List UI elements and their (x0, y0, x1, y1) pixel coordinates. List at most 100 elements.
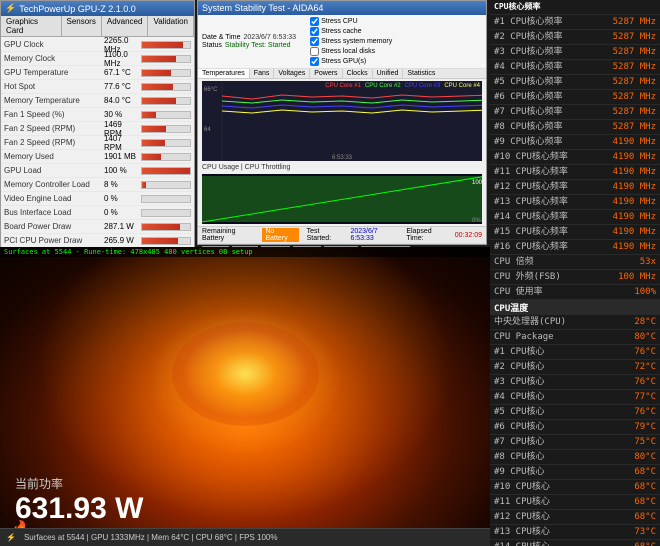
gpu-row: Video Engine Load 0 % (1, 192, 194, 206)
stress-checkbox[interactable] (310, 17, 319, 26)
tab-voltages[interactable]: Voltages (274, 69, 310, 78)
tab-graphics-card[interactable]: Graphics Card (1, 16, 62, 36)
cpu-core-freq-row: #5 CPU核心频率 5287 MHz (490, 75, 660, 90)
remaining-battery-label: Remaining Battery (202, 228, 254, 242)
cpu-usage-label: CPU Usage | CPU Throttling (198, 163, 486, 172)
graph-legend: CPU Core #1 CPU Core #2 CPU Core #3 CPU … (325, 83, 480, 89)
game-area: Surfaces at 5544 - Rune-time: 478x485 48… (0, 247, 490, 546)
power-display: 当前功率 631.93 W (15, 475, 143, 526)
cpu-temp-row: #12 CPU核心 68°C (490, 510, 660, 525)
cpu-core-freq-row: #10 CPU核心频率 4190 MHz (490, 150, 660, 165)
cpu-temp-row: CPU Package 80°C (490, 330, 660, 345)
cpu-temp-row: #1 CPU核心 76°C (490, 345, 660, 360)
cpu-temp-row: #8 CPU核心 80°C (490, 450, 660, 465)
cpu-temp-row: #2 CPU核心 72°C (490, 360, 660, 375)
cpu-core-freq-row: #3 CPU核心频率 5287 MHz (490, 45, 660, 60)
cpu-temp-row: #11 CPU核心 68°C (490, 495, 660, 510)
cpu-temp-section-label: CPU温度 (490, 300, 660, 315)
stress-checkbox-item: Stress CPU (310, 17, 392, 26)
cpu-temp-row: #10 CPU核心 68°C (490, 480, 660, 495)
datetime-block: Date & Time 2023/6/7 6:53:33 Status Stab… (202, 34, 296, 49)
stress-checkbox-item: Stress GPU(s) (310, 57, 392, 66)
tab-statistics[interactable]: Statistics (403, 69, 439, 78)
tab-powers[interactable]: Powers (310, 69, 342, 78)
cpu-core-freq-row: #11 CPU核心频率 4190 MHz (490, 165, 660, 180)
svg-text:64: 64 (204, 127, 211, 133)
gpu-row: Bus Interface Load 0 % (1, 206, 194, 220)
status-value: Stability Test: Started (225, 42, 291, 49)
test-started-label: Test Started: (307, 228, 343, 242)
tab-fans[interactable]: Fans (250, 69, 275, 78)
cpuid-icon: ⚡ (6, 533, 16, 542)
stress-checkbox-item: Stress cache (310, 27, 392, 36)
stress-checkbox[interactable] (310, 47, 319, 56)
cpu-panel-header: CPU核心频率 (490, 0, 660, 15)
stress-checkbox[interactable] (310, 27, 319, 36)
tab-clocks[interactable]: Clocks (343, 69, 373, 78)
tab-unified[interactable]: Unified (373, 69, 404, 78)
cpu-core-freq-row: #16 CPU核心频率 4190 MHz (490, 240, 660, 255)
cpu-core-freq-row: #4 CPU核心频率 5287 MHz (490, 60, 660, 75)
cpu-temp-row: #6 CPU核心 79°C (490, 420, 660, 435)
gpu-row: Hot Spot 77.6 °C (1, 80, 194, 94)
gpu-tabs: Graphics Card Sensors Advanced Validatio… (1, 16, 194, 37)
datetime-label: Date & Time (202, 34, 241, 41)
gpu-row: Fan 1 Speed (%) 30 % (1, 108, 194, 122)
cpu-temp-row: 中央处理器(CPU) 28°C (490, 315, 660, 330)
test-started-time: 2023/6/7 6:53:33 (350, 228, 398, 242)
elapsed-value: 00:32:09 (455, 232, 482, 239)
power-label: 当前功率 (15, 475, 143, 492)
gpu-sensor-rows: GPU Clock 2265.0 MHz Memory Clock 1100.0… (1, 37, 194, 249)
gpu-row: PCI CPU Power Draw 265.9 W (1, 234, 194, 248)
gpu-title-text: TechPowerUp GPU-Z 2.1.0.0 (19, 4, 136, 14)
cpu-temp-row: #9 CPU核心 68°C (490, 465, 660, 480)
gpu-title-icon: ⚡ (5, 3, 16, 14)
stability-bottom-bar: Remaining Battery No Battery Test Starte… (198, 226, 486, 243)
svg-text:0%: 0% (472, 218, 481, 224)
stability-panel: System Stability Test - AIDA64 Date & Ti… (197, 0, 487, 245)
svg-text:6:53:33: 6:53:33 (332, 155, 353, 161)
elapsed-label: Elapsed Time: (406, 228, 446, 242)
stress-checkbox[interactable] (310, 57, 319, 66)
gpu-row: Memory Used 1901 MB (1, 150, 194, 164)
fire-info-bar: Surfaces at 5544 - Rune-time: 478x485 48… (0, 247, 490, 257)
temp-tabs: Temperatures Fans Voltages Powers Clocks… (198, 69, 486, 79)
temperature-graph: 66°C 64 6:53:33 CPU Core #1 CPU Core #2 … (202, 81, 482, 161)
tab-validation[interactable]: Validation (148, 16, 194, 36)
legend-core2: CPU Core #2 (365, 83, 401, 89)
gpu-panel-title: ⚡ TechPowerUp GPU-Z 2.1.0.0 (1, 1, 194, 16)
legend-core4: CPU Core #4 (444, 83, 480, 89)
cpu-misc-row: CPU 使用率 100% (490, 285, 660, 300)
cpu-core-freq-row: #8 CPU核心频率 5287 MHz (490, 120, 660, 135)
tab-advanced[interactable]: Advanced (102, 16, 149, 36)
stress-checkbox[interactable] (310, 37, 319, 46)
cpu-core-freq-row: #1 CPU核心频率 5287 MHz (490, 15, 660, 30)
gpu-row: Memory Clock 1100.0 MHz (1, 52, 194, 66)
power-value: 631.93 W (15, 492, 143, 526)
tab-sensors[interactable]: Sensors (62, 16, 102, 36)
cpu-core-freq-row: #14 CPU核心频率 4190 MHz (490, 210, 660, 225)
datetime-value: 2023/6/7 6:53:33 (244, 34, 297, 41)
cpu-core-freq-row: #2 CPU核心频率 5287 MHz (490, 30, 660, 45)
gpu-panel: ⚡ TechPowerUp GPU-Z 2.1.0.0 Graphics Car… (0, 0, 195, 270)
gpu-row: GPU Load 100 % (1, 164, 194, 178)
cpu-temp-row: #5 CPU核心 76°C (490, 405, 660, 420)
cpu-temp-row: #13 CPU核心 73°C (490, 525, 660, 540)
cpu-misc-row: CPU 外频(FSB) 100 MHz (490, 270, 660, 285)
cpu-temp-row: #3 CPU核心 76°C (490, 375, 660, 390)
cpu-core-freq-row: #9 CPU核心频率 4190 MHz (490, 135, 660, 150)
legend-core3: CPU Core #3 (405, 83, 441, 89)
fire-eye (172, 322, 319, 427)
cpu-usage-graph: 100% 0% (202, 174, 482, 224)
gpu-row: Memory Temperature 84.0 °C (1, 94, 194, 108)
tab-temperatures[interactable]: Temperatures (198, 69, 250, 78)
svg-text:66°C: 66°C (204, 87, 218, 93)
cpu-core-freq-row: #7 CPU核心频率 5287 MHz (490, 105, 660, 120)
legend-core1: CPU Core #1 (325, 83, 361, 89)
stability-title: System Stability Test - AIDA64 (198, 1, 486, 15)
svg-text:100%: 100% (472, 180, 482, 186)
cpu-core-freq-row: #13 CPU核心频率 4190 MHz (490, 195, 660, 210)
cpu-core-freq-row: #6 CPU核心频率 5287 MHz (490, 90, 660, 105)
cpuid-bar: ⚡ Surfaces at 5544 | GPU 1333MHz | Mem 6… (0, 528, 490, 546)
cpu-core-freq-row: #12 CPU核心频率 4190 MHz (490, 180, 660, 195)
